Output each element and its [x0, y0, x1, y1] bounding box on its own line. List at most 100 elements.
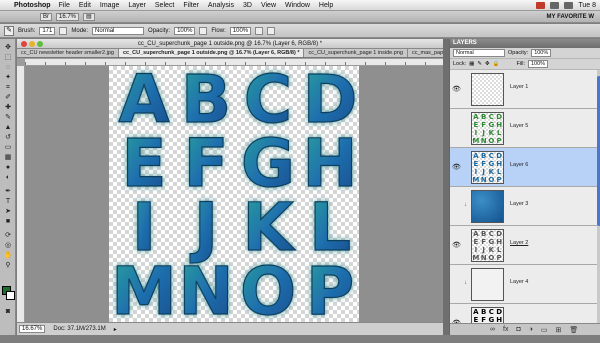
layers-panel-title[interactable]: LAYERS — [450, 39, 600, 48]
clock[interactable]: Tue 8 — [578, 2, 596, 9]
layer-row[interactable]: 👁 Layer 1 — [450, 70, 597, 109]
layer-row[interactable]: ABCDEFGHIJKLMNOP Layer 5 — [450, 109, 597, 148]
fill-field[interactable]: 100% — [528, 60, 549, 68]
battery-icon[interactable] — [564, 1, 574, 9]
layer-name[interactable]: Layer 6 — [510, 162, 528, 168]
layer-name[interactable]: Layer 5 — [510, 123, 528, 129]
tab-superchunk-inside[interactable]: cc_CU_superchunk_page 1 inside.png — [304, 49, 408, 57]
lock-position-icon[interactable]: ✥ — [485, 61, 490, 67]
visibility-eye-icon[interactable]: 👁 — [452, 85, 461, 93]
menu-view[interactable]: View — [261, 2, 276, 9]
layer-row[interactable]: 👁 ABCDEFGHIJKLMNOP — [450, 304, 597, 323]
airbrush-icon[interactable] — [255, 26, 264, 35]
type-tool-icon[interactable]: T — [2, 197, 14, 206]
mode-select[interactable]: Normal — [92, 26, 145, 35]
history-brush-tool-icon[interactable]: ↺ — [2, 133, 14, 142]
status-zoom-field[interactable]: 16.67% — [19, 325, 46, 333]
visibility-eye-icon[interactable]: 👁 — [452, 241, 461, 249]
add-mask-icon[interactable]: ◘ — [516, 326, 520, 333]
zoom-window-icon[interactable] — [37, 41, 43, 47]
layer-name[interactable]: Layer 2 — [510, 240, 528, 246]
blur-tool-icon[interactable]: ● — [2, 163, 14, 172]
eraser-tool-icon[interactable]: ▭ — [2, 143, 14, 152]
lock-transparency-icon[interactable]: ▦ — [469, 61, 474, 67]
layer-name[interactable]: Layer 1 — [510, 84, 528, 90]
flow-field[interactable]: 100% — [229, 26, 252, 35]
app-menu[interactable]: Photoshop — [14, 2, 51, 9]
opacity-field[interactable]: 100% — [174, 26, 196, 35]
pen-tool-icon[interactable]: ✒ — [2, 187, 14, 196]
trash-icon[interactable]: 🗑 — [569, 326, 578, 334]
dodge-tool-icon[interactable]: ◐ — [2, 173, 14, 182]
menu-filter[interactable]: Filter — [183, 2, 199, 9]
pressure-size-icon[interactable] — [267, 26, 276, 35]
layer-name[interactable]: Layer 3 — [510, 201, 528, 207]
vertical-ruler[interactable] — [17, 66, 25, 322]
layer-style-icon[interactable]: fx — [503, 326, 508, 333]
menu-3d[interactable]: 3D — [243, 2, 252, 9]
tab-superchunk-outside[interactable]: cc_CU_superchunk_page 1 outside.png @ 16… — [118, 49, 305, 57]
layer-opacity-field[interactable]: 100% — [531, 49, 552, 57]
bridge-button[interactable]: Br — [40, 12, 52, 21]
move-tool-icon[interactable]: ✥ — [2, 43, 14, 52]
marquee-tool-icon[interactable]: ⬚ — [2, 53, 14, 62]
menu-window[interactable]: Window — [285, 2, 310, 9]
clipping-mask-icon: ↓ — [464, 202, 467, 208]
menu-help[interactable]: Help — [319, 2, 333, 9]
close-window-icon[interactable] — [21, 41, 27, 47]
workspace-switcher[interactable]: MY FAVORITE W — [547, 14, 594, 20]
canvas-area[interactable]: ABCDEFGHIJKLMNOP — [25, 66, 443, 322]
brush-tool-icon[interactable]: ✎ — [2, 113, 14, 122]
wifi-icon[interactable] — [550, 1, 560, 9]
arrange-documents-button[interactable]: ▤ — [83, 12, 95, 21]
healing-brush-tool-icon[interactable]: ✚ — [2, 103, 14, 112]
pressure-opacity-icon[interactable] — [199, 26, 208, 35]
link-layers-icon[interactable]: ∞ — [490, 326, 495, 333]
gradient-tool-icon[interactable]: ▦ — [2, 153, 14, 162]
menu-select[interactable]: Select — [155, 2, 174, 9]
adjustment-layer-icon[interactable]: ◑ — [529, 326, 533, 333]
layer-row[interactable]: ↓ Layer 3 — [450, 187, 597, 226]
menu-layer[interactable]: Layer — [128, 2, 146, 9]
background-color-swatch[interactable] — [6, 291, 15, 300]
hand-tool-icon[interactable]: ✋ — [2, 251, 14, 260]
layer-row[interactable]: 👁 ABCDEFGHIJKLMNOP Layer 2 — [450, 226, 597, 265]
3d-rotate-tool-icon[interactable]: ⟳ — [2, 231, 14, 240]
lock-all-icon[interactable]: 🔒 — [493, 61, 500, 67]
document-title: cc_CU_superchunk_page 1 outside.png @ 16… — [137, 41, 323, 47]
minimize-window-icon[interactable] — [29, 41, 35, 47]
zoom-level[interactable]: 16.7% — [56, 12, 80, 21]
lock-pixels-icon[interactable]: ✎ — [477, 61, 482, 67]
menu-file[interactable]: File — [59, 2, 70, 9]
quick-mask-icon[interactable]: ◙ — [2, 307, 14, 316]
zoom-tool-icon[interactable]: ⚲ — [2, 261, 14, 270]
tab-newsletter-header[interactable]: cc_CU newsletter header smaller2.jpg — [17, 49, 119, 57]
path-selection-tool-icon[interactable]: ➤ — [2, 207, 14, 216]
menu-analysis[interactable]: Analysis — [208, 2, 234, 9]
blend-mode-select[interactable]: Normal — [453, 49, 505, 57]
menu-edit[interactable]: Edit — [79, 2, 91, 9]
opacity-label: Opacity: — [148, 27, 171, 34]
crop-tool-icon[interactable]: ⌗ — [2, 83, 14, 92]
status-menu-icon[interactable]: ▸ — [114, 326, 117, 333]
status-icon[interactable] — [536, 1, 546, 9]
brush-size-field[interactable]: 171 — [39, 26, 56, 35]
lasso-tool-icon[interactable]: ◌ — [2, 63, 14, 72]
clone-stamp-tool-icon[interactable]: ▲ — [2, 123, 14, 132]
layer-row-selected[interactable]: 👁 ABCDEFGHIJKLMNOP Layer 6 — [450, 148, 597, 187]
tab-paper-18[interactable]: cc_mas_paper 18 — [407, 49, 443, 57]
new-group-icon[interactable]: ▭ — [541, 326, 548, 334]
menu-image[interactable]: Image — [100, 2, 119, 9]
eyedropper-tool-icon[interactable]: ✐ — [2, 93, 14, 102]
magic-wand-tool-icon[interactable]: ✦ — [2, 73, 14, 82]
canvas[interactable]: ABCDEFGHIJKLMNOP — [109, 66, 359, 322]
horizontal-ruler[interactable] — [25, 59, 443, 66]
brush-tool-icon[interactable]: ✎ — [4, 25, 14, 36]
visibility-eye-icon[interactable]: 👁 — [452, 163, 461, 171]
3d-orbit-tool-icon[interactable]: ◎ — [2, 241, 14, 250]
brush-panel-toggle-icon[interactable] — [59, 26, 68, 35]
new-layer-icon[interactable]: ⊞ — [556, 326, 562, 334]
layer-row[interactable]: ↓ Layer 4 — [450, 265, 597, 304]
shape-tool-icon[interactable]: ■ — [2, 217, 14, 226]
layer-name[interactable]: Layer 4 — [510, 279, 528, 285]
